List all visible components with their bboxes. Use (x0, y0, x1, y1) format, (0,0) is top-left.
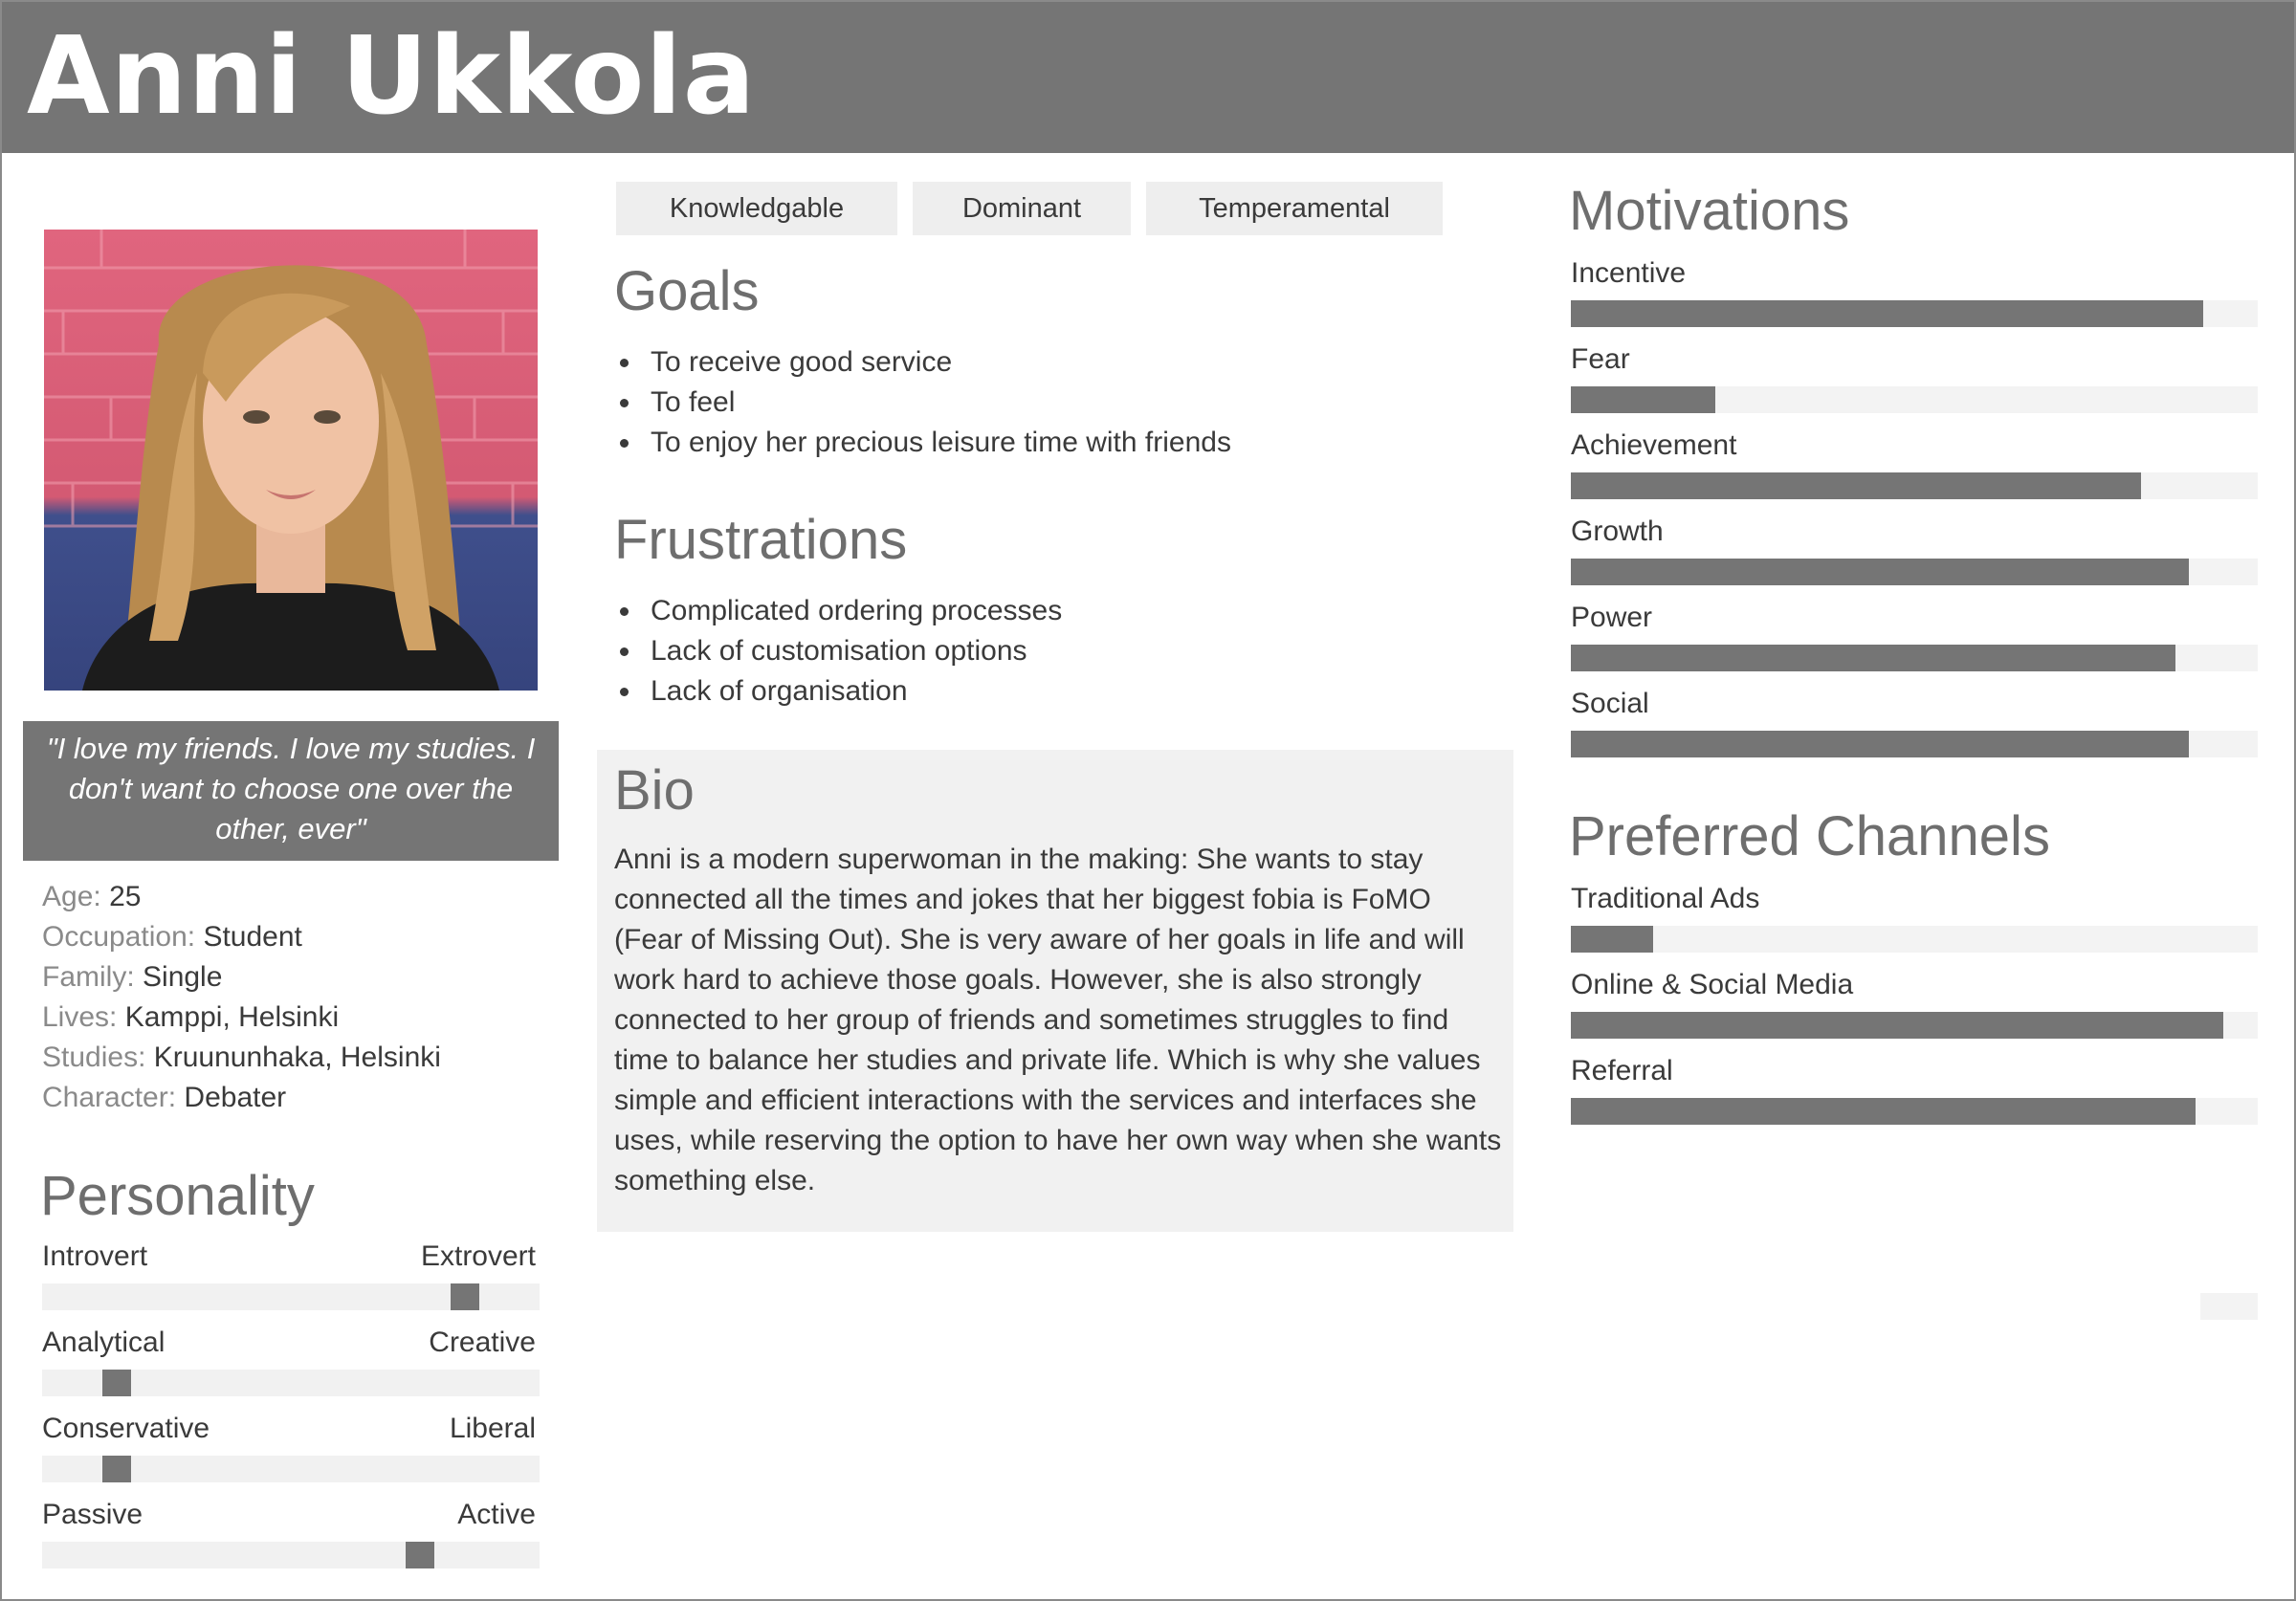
trait-slider-marker (102, 1456, 131, 1482)
motivations-title: Motivations (1569, 180, 1850, 242)
trait-left-label: Analytical (42, 1327, 166, 1358)
fact-value: 25 (109, 881, 142, 912)
channel-bar-track (1571, 1098, 2258, 1125)
fact-label: Occupation: (42, 921, 196, 953)
motivation-label: Achievement (1571, 429, 1737, 461)
trait-tag: Knowledgable (616, 182, 897, 235)
channel-bar-track (1571, 926, 2258, 953)
motivation-bar-track (1571, 559, 2258, 585)
channel-bar-fill (1571, 1012, 2224, 1039)
motivation-bar-track (1571, 300, 2258, 327)
trait-slider-marker (406, 1542, 434, 1568)
trait-right-label: Creative (429, 1327, 536, 1358)
list-item: Lack of organisation (614, 671, 1062, 712)
channel-bar-fill (1571, 1098, 2197, 1125)
empty-bar-track (2200, 1293, 2258, 1320)
motivation-bar-track (1571, 645, 2258, 671)
trait-slider-marker (451, 1283, 479, 1310)
trait-right-label: Liberal (449, 1413, 536, 1444)
motivation-bar-fill (1571, 386, 1715, 413)
persona-photo (44, 230, 538, 691)
list-item: Complicated ordering processes (614, 591, 1062, 631)
fact-value: Student (203, 921, 302, 953)
trait-tag: Temperamental (1146, 182, 1443, 235)
motivation-bar-track (1571, 472, 2258, 499)
bio-title: Bio (614, 759, 695, 822)
persona-name: Anni Ukkola (27, 14, 757, 139)
goals-list: To receive good service To feel To enjoy… (614, 342, 1231, 463)
fact-label: Family: (42, 961, 135, 993)
trait-tag: Dominant (913, 182, 1131, 235)
portrait-photo-icon (44, 230, 538, 691)
motivation-bar-fill (1571, 559, 2190, 585)
fact-label: Studies: (42, 1042, 146, 1073)
trait-slider-track (42, 1370, 540, 1396)
quote-box: "I love my friends. I love my studies. I… (23, 721, 559, 861)
trait-right-label: Extrovert (420, 1240, 536, 1272)
channels-title: Preferred Channels (1569, 805, 2050, 867)
personality-title: Personality (40, 1165, 315, 1227)
fact-label: Lives: (42, 1001, 118, 1033)
fact-label: Character: (42, 1082, 177, 1113)
motivation-bar-fill (1571, 300, 2203, 327)
bio-text: Anni is a modern superwoman in the makin… (614, 844, 1502, 1196)
motivation-label: Incentive (1571, 257, 1687, 289)
persona-quote: "I love my friends. I love my studies. I… (46, 732, 536, 845)
motivation-label: Power (1571, 602, 1653, 633)
list-item: To enjoy her precious leisure time with … (614, 423, 1231, 463)
list-item: To feel (614, 383, 1231, 423)
fact-value: Debater (184, 1082, 287, 1113)
fact-age: Age: 25 (42, 877, 559, 917)
motivation-bar-fill (1571, 472, 2141, 499)
fact-character: Character: Debater (42, 1078, 559, 1118)
persona-page: Anni Ukkola "I love my friends. I love m… (0, 0, 2296, 1601)
channel-label: Referral (1571, 1055, 1673, 1086)
list-item: To receive good service (614, 342, 1231, 383)
fact-studies: Studies: Kruununhaka, Helsinki (42, 1038, 559, 1078)
frustrations-title: Frustrations (614, 509, 908, 571)
trait-slider-marker (102, 1370, 131, 1396)
fact-label: Age: (42, 881, 101, 912)
fact-value: Kruununhaka, Helsinki (153, 1042, 441, 1073)
motivation-bar-fill (1571, 645, 2175, 671)
channel-label: Online & Social Media (1571, 969, 1854, 1000)
goals-title: Goals (614, 260, 760, 322)
motivation-bar-fill (1571, 731, 2190, 757)
motivation-label: Social (1571, 688, 1649, 719)
trait-slider-track (42, 1542, 540, 1568)
motivation-bar-track (1571, 731, 2258, 757)
channel-label: Traditional Ads (1571, 883, 1760, 914)
motivation-bar-track (1571, 386, 2258, 413)
list-item: Lack of customisation options (614, 631, 1062, 671)
channel-bar-track (1571, 1012, 2258, 1039)
fact-family: Family: Single (42, 957, 559, 998)
fact-value: Kamppi, Helsinki (124, 1001, 340, 1033)
trait-left-label: Passive (42, 1499, 144, 1530)
trait-right-label: Active (457, 1499, 536, 1530)
motivation-label: Fear (1571, 343, 1630, 375)
trait-left-label: Introvert (42, 1240, 148, 1272)
trait-slider-track (42, 1456, 540, 1482)
bio-panel: Bio Anni is a modern superwoman in the m… (597, 750, 1513, 1232)
header-bar: Anni Ukkola (2, 2, 2294, 153)
frustrations-list: Complicated ordering processes Lack of c… (614, 591, 1062, 712)
fact-lives: Lives: Kamppi, Helsinki (42, 998, 559, 1038)
motivation-label: Growth (1571, 515, 1664, 547)
channel-bar-fill (1571, 926, 1654, 953)
profile-facts: Age: 25 Occupation: Student Family: Sing… (42, 877, 559, 1118)
trait-left-label: Conservative (42, 1413, 210, 1444)
fact-value: Single (143, 961, 223, 993)
trait-slider-track (42, 1283, 540, 1310)
fact-occupation: Occupation: Student (42, 917, 559, 957)
